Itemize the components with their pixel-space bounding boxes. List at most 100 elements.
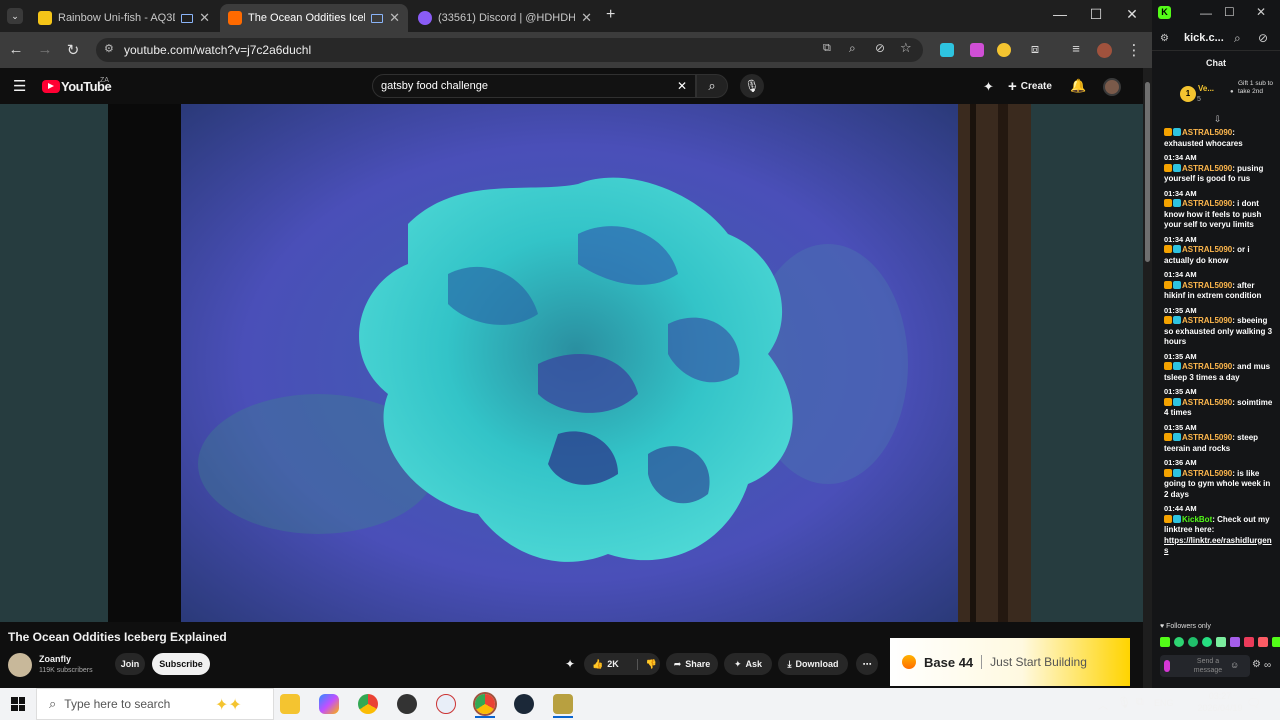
app-icon[interactable] [436, 694, 456, 714]
panel-close-icon[interactable]: ✕ [1256, 5, 1266, 19]
microphone-icon[interactable]: 🎙 [1117, 696, 1131, 709]
channel-avatar[interactable] [8, 653, 32, 677]
join-button[interactable]: Join [115, 653, 145, 675]
address-bar[interactable]: ⚙ youtube.com/watch?v=j7c2a6duchl ⧉ ⌕ ⊘ … [96, 38, 923, 62]
emote-icon[interactable] [1272, 637, 1280, 647]
emote-picker-icon[interactable] [1164, 660, 1170, 672]
media-icon[interactable] [181, 13, 194, 23]
hide-icon[interactable]: ⊘ [1258, 31, 1268, 45]
account-avatar[interactable] [1103, 78, 1121, 96]
language-indicator[interactable]: ENG [1154, 698, 1174, 708]
download-button[interactable]: ⤓ Download [778, 653, 848, 675]
clear-search-icon[interactable]: ✕ [677, 79, 687, 93]
video-player[interactable] [108, 104, 1031, 622]
subscribe-button[interactable]: Subscribe [152, 653, 210, 675]
start-button[interactable] [11, 697, 25, 711]
maximize-icon[interactable]: ☐ [1086, 6, 1106, 23]
game-icon[interactable] [553, 694, 573, 714]
chat-username[interactable]: ASTRAL5090 [1182, 398, 1232, 407]
create-button[interactable]: + Create [1008, 78, 1052, 95]
tray-chevron-icon[interactable]: ︿ [1098, 697, 1108, 712]
network-icon[interactable]: ⧉ [1136, 696, 1144, 709]
tab-close-icon[interactable]: ✕ [389, 10, 400, 26]
taskbar-search-input[interactable]: ⌕ Type here to search ✦✦ [36, 688, 274, 720]
chat-username[interactable]: ASTRAL5090 [1182, 281, 1232, 290]
copilot-icon[interactable] [319, 694, 339, 714]
minimize-icon[interactable]: — [1050, 6, 1070, 22]
emote-icon[interactable] [1258, 637, 1268, 647]
hide-icon[interactable]: ⊘ [875, 41, 885, 55]
chrome-icon[interactable] [358, 694, 378, 714]
ask-button[interactable]: ✦ Ask [724, 653, 772, 675]
panel-maximize-icon[interactable]: ☐ [1224, 5, 1235, 19]
top-gifter-name[interactable]: Ve... [1198, 84, 1214, 93]
emote-icon[interactable] [1202, 637, 1212, 647]
share-button[interactable]: ➦ Share [666, 653, 718, 675]
back-icon[interactable]: ← [7, 41, 25, 58]
chat-link[interactable]: https://linktr.ee/rashidlurgen s [1164, 536, 1276, 557]
tab-ocean-oddities[interactable]: The Ocean Oddities Iceberg ✕ [220, 4, 408, 32]
gemini-sparkle-icon[interactable]: ✦ [983, 79, 994, 95]
reload-icon[interactable]: ↻ [64, 41, 82, 59]
profile-avatar[interactable] [1097, 43, 1112, 58]
hamburger-menu-icon[interactable]: ☰ [13, 77, 26, 95]
chat-username[interactable]: ASTRAL5090 [1182, 199, 1232, 208]
media-icon[interactable] [371, 13, 384, 23]
file-explorer-icon[interactable] [280, 694, 300, 714]
notifications-bell-icon[interactable]: 🔔 [1070, 78, 1086, 94]
browser-menu-icon[interactable]: ⋮ [1125, 41, 1143, 59]
chat-input[interactable]: Send a message ☺ [1160, 655, 1250, 677]
site-info-icon[interactable]: ⚙ [104, 42, 114, 55]
tab-aq3d[interactable]: Rainbow Uni-fish - AQ3D ✕ [30, 4, 218, 32]
forward-icon[interactable]: → [36, 41, 54, 58]
chrome-profile-icon[interactable] [475, 694, 495, 714]
chat-username[interactable]: ASTRAL5090 [1182, 164, 1232, 173]
youtube-logo-icon[interactable] [42, 80, 60, 93]
emote-icon[interactable] [1160, 637, 1170, 647]
emote-icon[interactable] [1244, 637, 1254, 647]
pinned-expand-icon[interactable]: ⇩ [1214, 114, 1222, 125]
extension-icon[interactable] [997, 43, 1011, 57]
gemini-sparkle-icon[interactable]: ✦ [565, 657, 575, 671]
bookmark-star-icon[interactable]: ☆ [900, 40, 912, 56]
tab-search-chevron-icon[interactable]: ⌄ [7, 8, 23, 24]
extensions-puzzle-icon[interactable]: ⧈ [1026, 41, 1044, 57]
chat-username[interactable]: ASTRAL5090 [1182, 245, 1232, 254]
new-tab-button[interactable]: + [606, 6, 615, 24]
extension-icon[interactable] [940, 43, 954, 57]
emote-icon[interactable] [1174, 637, 1184, 647]
zoom-icon[interactable]: ⌕ [849, 41, 856, 56]
voice-search-button[interactable]: 🎙 [740, 74, 764, 98]
more-actions-icon[interactable]: ⋯ [856, 653, 878, 675]
kick-logo-icon[interactable]: K [1158, 6, 1171, 19]
chat-username[interactable]: ASTRAL5090 [1182, 362, 1232, 371]
tab-discord[interactable]: (33561) Discord | @HDHDHDHI ✕ [410, 4, 600, 32]
chat-username[interactable]: ASTRAL5090 [1182, 469, 1232, 478]
chat-settings-icon[interactable]: ⚙ [1252, 659, 1261, 670]
search-button[interactable]: ⌕ [696, 74, 728, 98]
emote-icon[interactable] [1188, 637, 1198, 647]
app-icon[interactable] [397, 694, 417, 714]
chat-username[interactable]: ASTRAL5090 [1182, 128, 1232, 137]
page-scrollbar[interactable] [1143, 68, 1152, 688]
dislike-icon[interactable]: 👎 [636, 658, 657, 670]
emoji-icon[interactable]: ☺ [1230, 660, 1239, 670]
notifications-icon[interactable]: 🗨 [1246, 696, 1261, 710]
chat-users-icon[interactable]: ∞ [1264, 660, 1271, 671]
tab-close-icon[interactable]: ✕ [581, 10, 592, 26]
like-icon[interactable]: 👍 [592, 659, 603, 670]
zoom-icon[interactable]: ⌕ [1234, 31, 1241, 46]
ad-banner[interactable]: Base 44 Just Start Building [890, 638, 1130, 686]
chat-username[interactable]: KickBot [1182, 515, 1212, 524]
close-window-icon[interactable]: ✕ [1122, 6, 1142, 23]
emote-icon[interactable] [1230, 637, 1240, 647]
panel-minimize-icon[interactable]: — [1200, 6, 1212, 20]
extension-icon[interactable] [970, 43, 984, 57]
tab-close-icon[interactable]: ✕ [199, 10, 210, 26]
channel-name[interactable]: Zoanfly [39, 654, 71, 664]
panel-tune-icon[interactable]: ⚙ [1160, 33, 1169, 44]
media-control-icon[interactable]: ≡ [1067, 41, 1085, 56]
clock[interactable]: 03:27 2026/04/19 [1190, 690, 1250, 714]
like-count[interactable]: 2K [607, 659, 619, 669]
emote-icon[interactable] [1216, 637, 1226, 647]
